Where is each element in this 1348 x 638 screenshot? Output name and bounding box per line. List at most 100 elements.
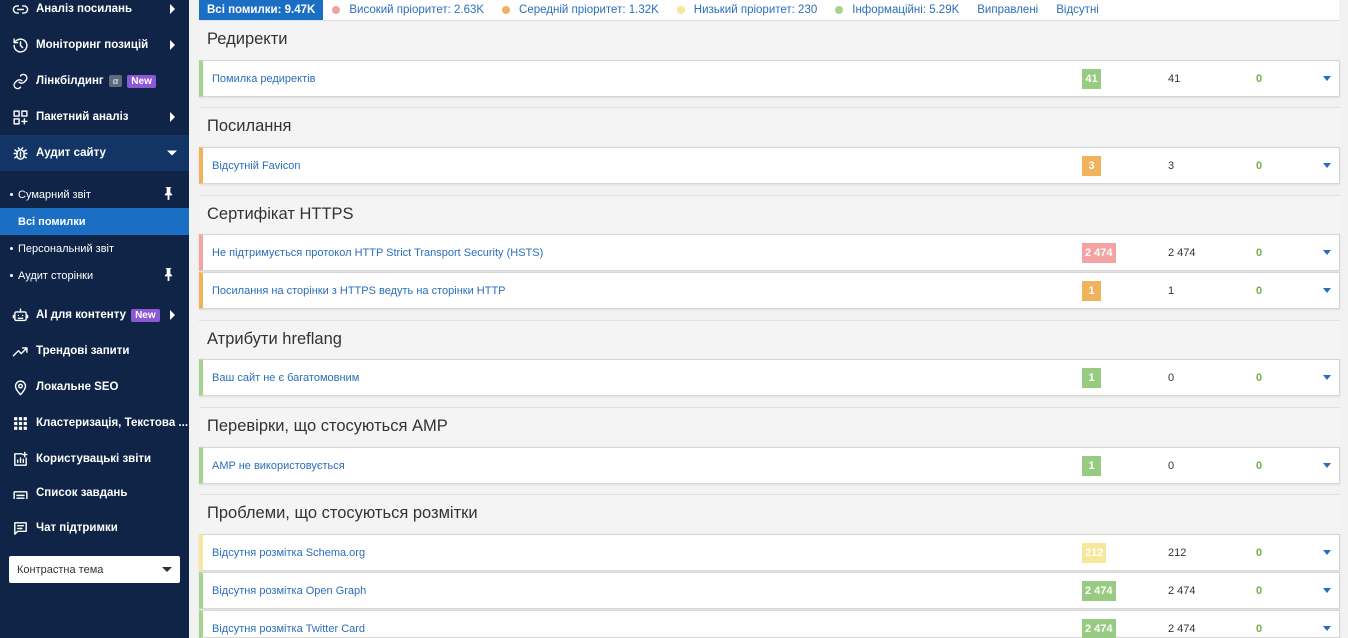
filter-missing[interactable]: Відсутні [1047, 0, 1108, 20]
filter-high-priority[interactable]: Високий пріоритет: 2.63K [323, 0, 493, 20]
filter-bar: Всі помилки: 9.47K Високий пріоритет: 2.… [199, 0, 1339, 20]
expand-caret-icon[interactable] [1323, 163, 1331, 168]
sidebar-item-label: Кластеризація, Текстова ... [36, 417, 189, 429]
expand-caret-icon[interactable] [1323, 250, 1331, 255]
expand-caret-icon[interactable] [1323, 588, 1331, 593]
chevron-right-icon [170, 4, 175, 14]
sidebar-item-ai-content[interactable]: AI для контенту New [0, 297, 189, 333]
expand-caret-icon[interactable] [1323, 463, 1331, 468]
sidebar-item-rank-tracking[interactable]: Моніторинг позицій [0, 27, 189, 63]
error-row[interactable]: Відсутня розмітка Schema.org 212 212 0 [199, 534, 1340, 571]
expand-caret-icon[interactable] [1323, 76, 1331, 81]
subitem-personal-report[interactable]: Персональний звіт [0, 235, 189, 262]
sidebar-item-label: Список завдань [36, 487, 128, 499]
filter-medium-priority[interactable]: Середній пріоритет: 1.32K [493, 0, 668, 20]
bullet-icon [10, 274, 13, 277]
subitem-all-errors[interactable]: Всі помилки [0, 208, 189, 235]
error-name-link[interactable]: Не підтримується протокол HTTP Strict Tr… [212, 247, 543, 259]
error-fixed-count: 0 [1256, 285, 1263, 297]
sidebar-item-label: Аналіз посилань [36, 3, 133, 15]
expand-caret-icon[interactable] [1323, 375, 1331, 380]
history-icon [10, 35, 30, 55]
error-count-badge: 2 474 [1082, 243, 1116, 263]
error-name-link[interactable]: Відсутня розмітка Twitter Card [212, 623, 365, 635]
section-title: Сертифікат HTTPS [199, 195, 1340, 233]
section-title: Редиректи [199, 20, 1340, 58]
add-report-icon [10, 449, 30, 469]
pin-icon[interactable] [163, 267, 174, 284]
error-name-link[interactable]: AMP не використовується [212, 460, 345, 472]
error-total: 2 474 [1168, 247, 1196, 259]
error-row[interactable]: Помилка редиректів 41 41 0 [199, 60, 1340, 97]
sidebar-item-linkbuilding[interactable]: Лінкбілдинг α New [0, 63, 189, 99]
subitem-label: Всі помилки [18, 215, 86, 228]
pin-icon[interactable] [163, 186, 174, 203]
expand-caret-icon[interactable] [1323, 550, 1331, 555]
filter-informational[interactable]: Інформаційні: 5.29K [826, 0, 968, 20]
sidebar-item-label: AI для контенту [36, 309, 127, 321]
error-name-link[interactable]: Помилка редиректів [212, 73, 315, 85]
error-row[interactable]: Відсутня розмітка Open Graph 2 474 2 474… [199, 572, 1340, 609]
sidebar-item-trending-queries[interactable]: Трендові запити [0, 333, 189, 369]
error-row[interactable]: Ваш сайт не є багатомовним 1 0 0 [199, 359, 1340, 396]
error-name-link[interactable]: Відсутня розмітка Open Graph [212, 585, 366, 597]
alpha-badge: α [108, 75, 123, 87]
grid-plus-icon [10, 107, 30, 127]
subitem-label: Сумарний звіт [18, 188, 91, 201]
sidebar-item-label: Моніторинг позицій [36, 39, 149, 51]
error-row[interactable]: Відсутній Favicon 3 3 0 [199, 147, 1340, 184]
sidebar-item-custom-reports[interactable]: Користувацькі звіти [0, 441, 189, 477]
filter-label: Низький пріоритет: 230 [693, 4, 818, 16]
sidebar-item-site-audit[interactable]: Аудит сайту [0, 135, 189, 171]
location-pin-icon [10, 377, 30, 397]
new-badge: New [131, 308, 160, 322]
error-row[interactable]: Не підтримується протокол HTTP Strict Tr… [199, 234, 1340, 271]
error-count-badge: 1 [1082, 456, 1101, 476]
sidebar-item-support-chat[interactable]: Чат підтримки [0, 510, 189, 546]
error-name-link[interactable]: Ваш сайт не є багатомовним [212, 372, 359, 384]
sidebar-item-clustering[interactable]: Кластеризація, Текстова ... [0, 405, 189, 441]
expand-caret-icon[interactable] [1323, 288, 1331, 293]
sidebar-item-task-list[interactable]: Список завдань [0, 477, 189, 499]
sidebar-item-label: Трендові запити [36, 345, 130, 357]
error-name-link[interactable]: Посилання на сторінки з HTTPS ведуть на … [212, 285, 506, 297]
trend-icon [10, 341, 30, 361]
new-badge: New [127, 74, 156, 88]
bullet-icon [10, 193, 13, 196]
sidebar-item-label: Лінкбілдинг [36, 75, 104, 87]
sidebar-item-batch-analysis[interactable]: Пакетний аналіз [0, 99, 189, 135]
error-total: 41 [1168, 73, 1181, 85]
subitem-page-audit[interactable]: Аудит сторінки [0, 262, 189, 289]
error-name-link[interactable]: Відсутній Favicon [212, 160, 300, 172]
sidebar-item-label: Чат підтримки [36, 522, 118, 534]
chevron-right-icon [170, 112, 175, 122]
error-name-link[interactable]: Відсутня розмітка Schema.org [212, 547, 365, 559]
expand-caret-icon[interactable] [1323, 626, 1331, 631]
section-title: Проблеми, що стосуються розмітки [199, 494, 1340, 532]
filter-label: Високий пріоритет: 2.63K [349, 4, 485, 16]
chat-icon [10, 518, 30, 538]
error-row[interactable]: Посилання на сторінки з HTTPS ведуть на … [199, 272, 1340, 309]
error-count-badge: 2 474 [1082, 619, 1116, 638]
error-total: 2 474 [1168, 623, 1196, 635]
error-row[interactable]: Відсутня розмітка Twitter Card 2 474 2 4… [199, 610, 1340, 638]
bug-icon [10, 143, 30, 163]
chevron-down-icon [162, 567, 172, 572]
filter-low-priority[interactable]: Низький пріоритет: 230 [668, 0, 826, 20]
filter-all-errors[interactable]: Всі помилки: 9.47K [199, 0, 324, 20]
sidebar-item-label: Користувацькі звіти [36, 453, 152, 465]
filter-fixed[interactable]: Виправлені [968, 0, 1047, 20]
chevron-right-icon [170, 310, 175, 320]
theme-select[interactable]: Контрастна тема [9, 556, 180, 583]
task-list-icon [10, 487, 30, 499]
error-row[interactable]: AMP не використовується 1 0 0 [199, 447, 1340, 484]
error-total: 0 [1168, 460, 1175, 472]
section-title: Атрибути hreflang [199, 320, 1340, 358]
sidebar-item-local-seo[interactable]: Локальне SEO [0, 369, 189, 405]
sidebar-item-link-analysis[interactable]: Аналіз посилань [0, 0, 189, 27]
subitem-label: Персональний звіт [18, 242, 115, 255]
error-fixed-count: 0 [1256, 73, 1263, 85]
subitem-summary-report[interactable]: Сумарний звіт [0, 181, 189, 208]
error-total: 2 474 [1168, 585, 1196, 597]
section-title: Перевірки, що стосуються AMP [199, 407, 1340, 445]
